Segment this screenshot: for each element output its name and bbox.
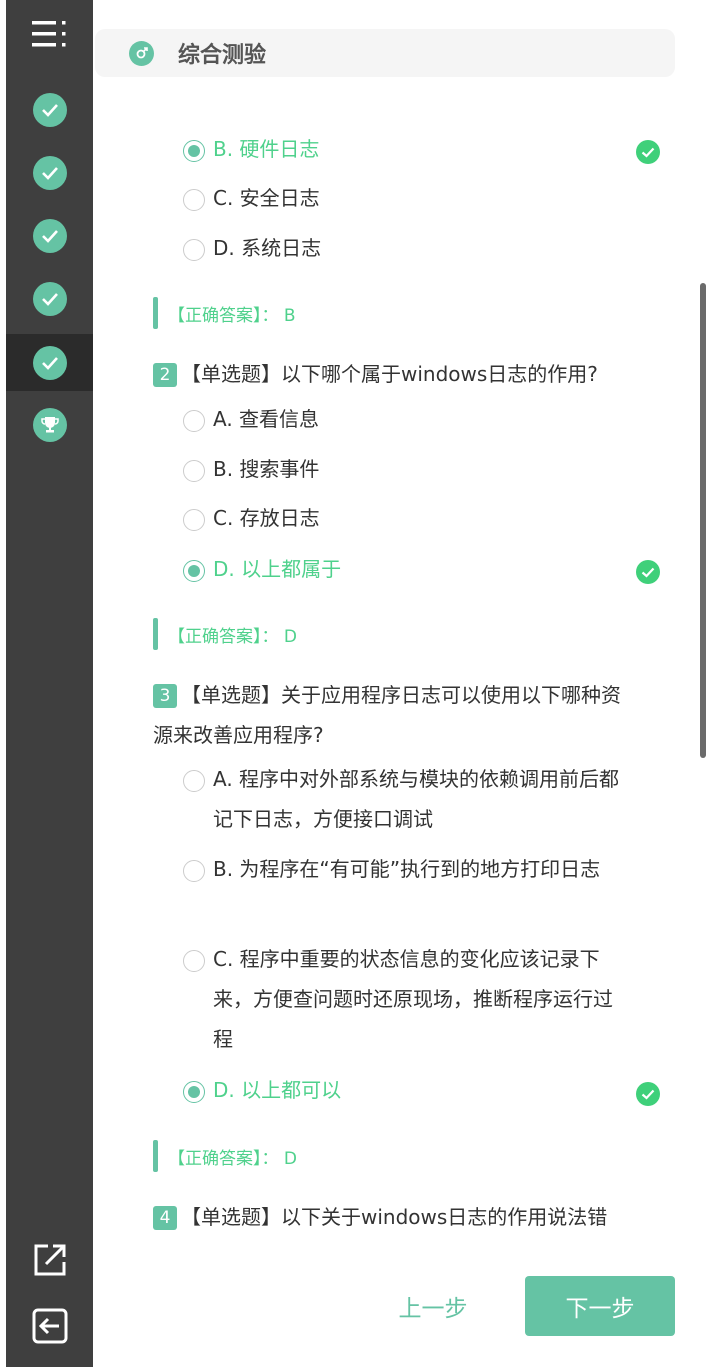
option-q1-b[interactable]: B. 硬件日志 [183,137,319,169]
sidebar-item-2[interactable] [6,153,93,193]
option-q3-a[interactable]: A. 程序中对外部系统与模块的依赖调用前后都记下日志，方便接口调试 [183,767,623,839]
option-q3-d[interactable]: D. 以上都可以 [183,1078,341,1110]
question-2: 2 【单选题】以下哪个属于windows日志的作用? [153,354,633,394]
header-bar: 综合测验 [95,29,675,77]
check-icon [32,219,67,253]
correct-check-icon [636,1082,660,1106]
correct-check-icon [636,560,660,584]
sidebar [6,0,93,1367]
check-icon [32,93,67,127]
option-q1-c[interactable]: C. 安全日志 [183,186,320,218]
correct-check-icon [636,140,660,164]
next-button[interactable]: 下一步 [525,1276,675,1336]
radio-selected-icon[interactable] [183,140,205,162]
check-icon [32,156,67,190]
check-icon [32,282,67,316]
question-3: 3 【单选题】关于应用程序日志可以使用以下哪种资源来改善应用程序? [153,683,621,747]
sidebar-item-trophy[interactable] [6,405,93,445]
option-q2-a[interactable]: A. 查看信息 [183,407,319,439]
exit-icon[interactable] [6,1306,93,1346]
answer-q2: 【正确答案】： D [153,618,297,650]
sidebar-item-5[interactable] [6,334,93,391]
radio-icon[interactable] [183,239,205,261]
question-number: 4 [153,1206,177,1230]
answer-q1: 【正确答案】： B [153,297,296,329]
prev-button[interactable]: 上一步 [383,1276,483,1336]
option-q3-c[interactable]: C. 程序中重要的状态信息的变化应该记录下来，方便查问题时还原现场，推断程序运行… [183,947,623,1059]
option-q3-b[interactable]: B. 为程序在“有可能”执行到的地方打印日志 [183,857,623,889]
radio-icon[interactable] [183,860,205,882]
page-title: 综合测验 [178,43,267,68]
radio-selected-icon[interactable] [183,560,205,582]
answer-q3: 【正确答案】： D [153,1140,297,1172]
quiz-content: 综合测验 B. 硬件日志 C. 安全日志 D. 系统日志 【正确答案】： B 2… [93,0,706,1367]
radio-icon[interactable] [183,509,205,531]
check-icon [32,345,67,380]
radio-icon[interactable] [183,950,205,972]
option-q2-b[interactable]: B. 搜索事件 [183,457,319,489]
radio-icon[interactable] [183,460,205,482]
sidebar-item-1[interactable] [6,90,93,130]
question-number: 3 [153,684,177,708]
question-4: 4 【单选题】以下关于windows日志的作用说法错 [153,1197,633,1237]
option-q1-d[interactable]: D. 系统日志 [183,236,321,268]
scrollbar[interactable] [700,283,706,758]
option-q2-d[interactable]: D. 以上都属于 [183,557,341,589]
sidebar-item-4[interactable] [6,279,93,319]
radio-icon[interactable] [183,770,205,792]
share-icon[interactable] [6,1240,93,1280]
radio-selected-icon[interactable] [183,1081,205,1103]
sidebar-item-3[interactable] [6,216,93,256]
menu-icon[interactable] [6,14,93,54]
radio-icon[interactable] [183,189,205,211]
question-number: 2 [153,363,177,387]
trophy-icon [32,408,67,442]
quiz-icon [129,40,154,66]
option-q2-c[interactable]: C. 存放日志 [183,506,320,538]
radio-icon[interactable] [183,410,205,432]
